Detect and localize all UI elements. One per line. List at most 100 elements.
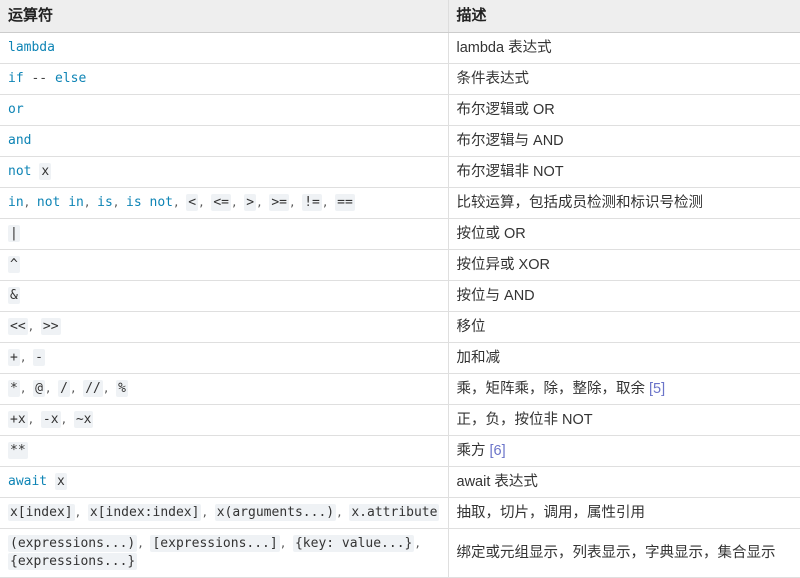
description-text: 正，负，按位非 NOT bbox=[456, 412, 593, 428]
operator-cell: <<, >> bbox=[0, 311, 449, 343]
description-cell: await 表达式 bbox=[448, 466, 800, 498]
token-separator: , bbox=[279, 537, 293, 550]
code-token: [expressions...] bbox=[150, 535, 280, 552]
token-separator: , bbox=[23, 196, 37, 209]
code-token: < bbox=[186, 194, 199, 211]
description-text: 按位与 AND bbox=[456, 288, 535, 304]
keyword-token: lambda bbox=[8, 40, 55, 55]
code-token: >> bbox=[40, 318, 61, 335]
operator-cell: and bbox=[0, 125, 449, 157]
table-row: lambda lambda 表达式 bbox=[0, 32, 800, 64]
operator-cell: +, - bbox=[0, 342, 449, 374]
table-row: +, - 加和减 bbox=[0, 342, 800, 374]
description-text: 条件表达式 bbox=[456, 71, 530, 87]
code-token: -x bbox=[40, 411, 61, 428]
code-token: - bbox=[33, 349, 45, 366]
operator-cell: if -- else bbox=[0, 63, 449, 95]
column-header-description: 描述 bbox=[448, 0, 800, 33]
operator-cell: (expressions...), [expressions...], {key… bbox=[0, 528, 449, 578]
description-cell: lambda 表达式 bbox=[448, 32, 800, 64]
operator-cell: & bbox=[0, 280, 449, 312]
token-separator: , bbox=[60, 413, 74, 426]
description-cell: 布尔逻辑或 OR bbox=[448, 94, 800, 126]
operator-cell: in, not in, is, is not, <, <=, >, >=, !=… bbox=[0, 187, 449, 219]
description-text: 抽取，切片，调用，属性引用 bbox=[456, 505, 646, 521]
description-cell: 抽取，切片，调用，属性引用 bbox=[448, 497, 800, 529]
code-token: <= bbox=[211, 194, 231, 211]
description-text: 布尔逻辑与 AND bbox=[456, 133, 564, 149]
token-separator: , bbox=[230, 196, 245, 209]
keyword-token: is not bbox=[126, 195, 173, 210]
description-text: 按位或 OR bbox=[456, 226, 526, 242]
table-row: | 按位或 OR bbox=[0, 218, 800, 250]
keyword-token: not in bbox=[36, 195, 84, 210]
operator-cell: | bbox=[0, 218, 449, 250]
code-token: > bbox=[244, 194, 257, 211]
description-text: 布尔逻辑非 NOT bbox=[456, 164, 564, 180]
code-token: == bbox=[335, 194, 355, 211]
table-row: or 布尔逻辑或 OR bbox=[0, 94, 800, 126]
code-token: // bbox=[83, 380, 103, 397]
table-row: x[index], x[index:index], x(arguments...… bbox=[0, 497, 800, 529]
token-separator: , bbox=[27, 320, 41, 333]
token-separator: , bbox=[321, 196, 336, 209]
description-text: 布尔逻辑或 OR bbox=[456, 102, 555, 118]
dash-separator: -- bbox=[31, 71, 48, 86]
code-token: ^ bbox=[8, 256, 20, 273]
token-separator: , bbox=[173, 196, 187, 209]
code-token: x bbox=[54, 473, 67, 490]
description-cell: 布尔逻辑与 AND bbox=[448, 125, 800, 157]
token-separator: , bbox=[74, 506, 88, 519]
operator-cell: lambda bbox=[0, 32, 449, 64]
token-separator: , bbox=[27, 413, 41, 426]
table-row: ** 乘方 [6] bbox=[0, 435, 800, 467]
operator-cell: await x bbox=[0, 466, 449, 498]
token-separator: , bbox=[112, 196, 127, 209]
footnote-reference-link[interactable]: [6] bbox=[490, 443, 506, 459]
code-token: +x bbox=[8, 411, 28, 428]
description-cell: 加和减 bbox=[448, 342, 800, 374]
token-separator: , bbox=[201, 506, 215, 519]
operator-cell: +x, -x, ~x bbox=[0, 404, 449, 436]
table-row: +x, -x, ~x 正，负，按位非 NOT bbox=[0, 404, 800, 436]
description-text: 比较运算，包括成员检测和标识号检测 bbox=[456, 195, 704, 211]
code-token: @ bbox=[33, 380, 45, 397]
token-separator: , bbox=[44, 382, 59, 395]
operator-cell: ^ bbox=[0, 249, 449, 281]
keyword-token: and bbox=[8, 133, 32, 148]
description-cell: 乘，矩阵乘，除，整除，取余 [5] bbox=[448, 373, 800, 405]
description-text: 乘方 bbox=[456, 443, 490, 459]
description-text: 绑定或元组显示，列表显示，字典显示，集合显示 bbox=[456, 545, 776, 561]
token-separator: , bbox=[288, 196, 303, 209]
operator-cell: not x bbox=[0, 156, 449, 188]
description-cell: 移位 bbox=[448, 311, 800, 343]
description-text: 加和减 bbox=[456, 350, 501, 366]
keyword-token: or bbox=[8, 102, 24, 117]
table-body: lambda lambda 表达式 if -- else 条件表达式 or 布尔逻辑或 O… bbox=[0, 32, 800, 578]
code-token: x[index] bbox=[8, 504, 75, 521]
token-separator: , bbox=[19, 382, 34, 395]
token-separator: , bbox=[69, 382, 84, 395]
description-cell: 按位与 AND bbox=[448, 280, 800, 312]
description-text: await 表达式 bbox=[456, 474, 538, 490]
keyword-token: not bbox=[8, 164, 32, 179]
table-row: in, not in, is, is not, <, <=, >, >=, !=… bbox=[0, 187, 800, 219]
code-token: + bbox=[8, 349, 20, 366]
table-row: if -- else 条件表达式 bbox=[0, 63, 800, 95]
description-cell: 条件表达式 bbox=[448, 63, 800, 95]
keyword-token: await bbox=[8, 474, 48, 489]
table-row: *, @, /, //, % 乘，矩阵乘，除，整除，取余 [5] bbox=[0, 373, 800, 405]
code-token: x.attribute bbox=[349, 504, 440, 521]
footnote-reference-link[interactable]: [5] bbox=[649, 381, 665, 397]
code-token: >= bbox=[269, 194, 289, 211]
code-token: << bbox=[8, 318, 28, 335]
description-cell: 乘方 [6] bbox=[448, 435, 800, 467]
code-token: * bbox=[8, 380, 20, 397]
operator-precedence-table: 运算符 描述 lambda lambda 表达式 if -- else 条件表达式 or… bbox=[0, 0, 800, 578]
table-row: not x 布尔逻辑非 NOT bbox=[0, 156, 800, 188]
code-token: {expressions...} bbox=[8, 553, 138, 570]
token-separator: , bbox=[256, 196, 270, 209]
operator-cell: *, @, /, //, % bbox=[0, 373, 449, 405]
keyword-token: else bbox=[54, 71, 87, 86]
table-header: 运算符 描述 bbox=[0, 0, 800, 33]
